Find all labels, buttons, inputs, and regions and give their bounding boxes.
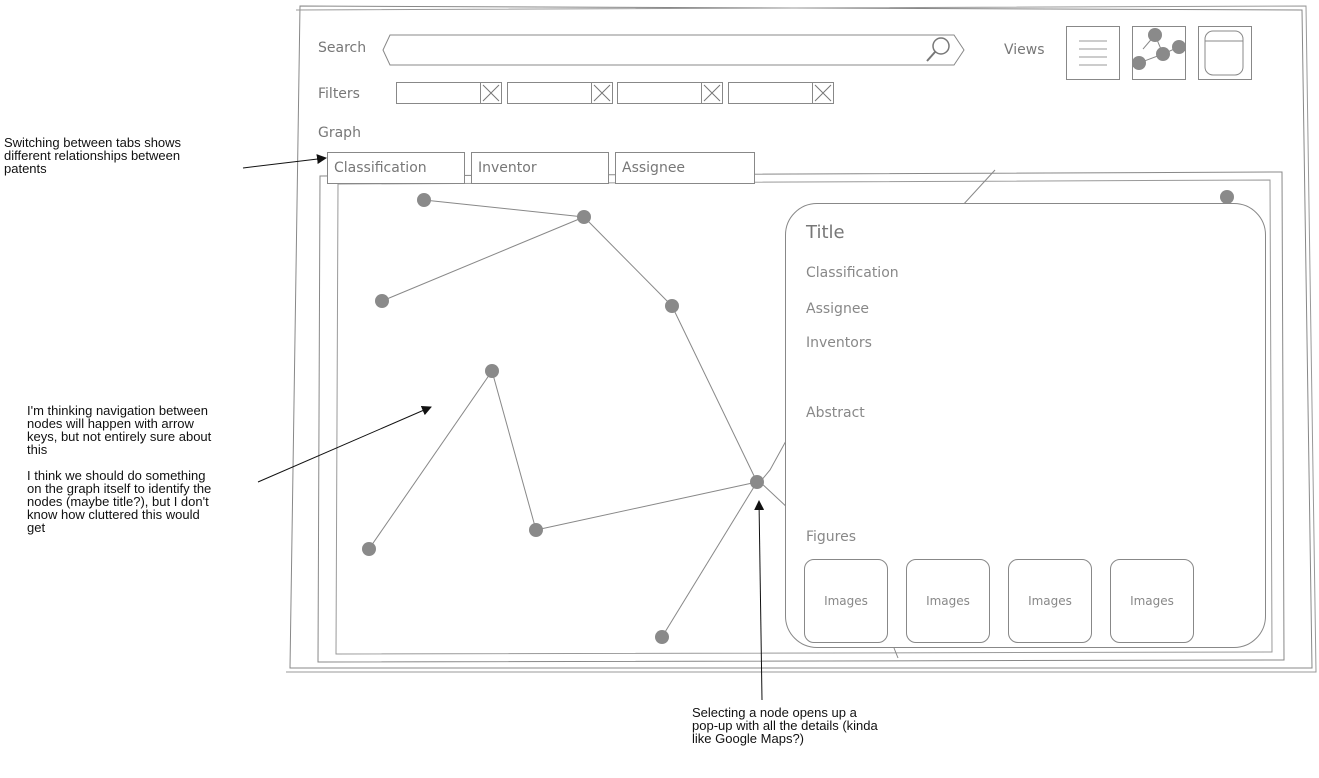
popup-note-arrow [754,500,765,701]
nav-note-arrow [257,405,432,483]
nav-note: I'm thinking navigation between nodes wi… [27,403,212,535]
tabs-note: Switching between tabs shows different r… [4,135,182,176]
annotation-arrows [242,154,765,701]
tabs-note-arrow [242,154,327,169]
popup-note: Selecting a node opens up a pop-up with … [692,705,878,746]
